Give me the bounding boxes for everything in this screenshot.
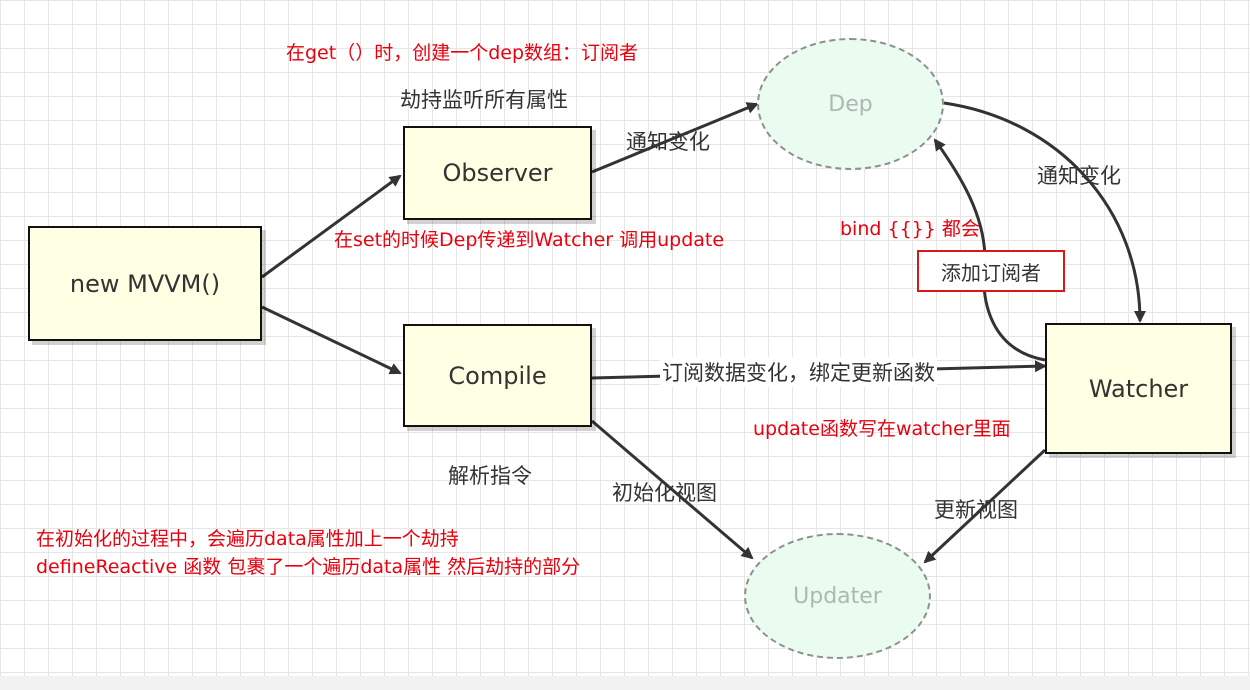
- annotation-get-dep: 在get（）时，创建一个dep数组：订阅者: [286, 42, 639, 64]
- annotation-init-line1: 在初始化的过程中，会遍历data属性加上一个劫持: [36, 528, 459, 550]
- label-add-subscriber: 添加订阅者: [917, 250, 1065, 292]
- node-watcher: Watcher: [1045, 323, 1232, 454]
- annotation-init-line2: defineReactive 函数 包裹了一个遍历data属性 然后劫持的部分: [36, 556, 581, 578]
- bottom-strip: [0, 676, 1250, 690]
- diagram-canvas: new MVVM() Observer Compile Watcher Dep …: [0, 0, 1250, 690]
- node-observer: Observer: [403, 126, 592, 220]
- label-update-view: 更新视图: [934, 498, 1018, 522]
- label-notify-change-dep-watcher: 通知变化: [1037, 164, 1121, 188]
- annotation-update-fn: update函数写在watcher里面: [753, 418, 1011, 440]
- node-mvvm: new MVVM(): [28, 226, 262, 341]
- label-hijack-all: 劫持监听所有属性: [400, 88, 568, 112]
- label-subscribe-bind: 订阅数据变化，绑定更新函数: [660, 357, 937, 387]
- node-dep: Dep: [757, 38, 944, 170]
- node-updater: Updater: [744, 533, 931, 659]
- annotation-bind-all: bind {{}} 都会: [840, 218, 980, 240]
- node-compile: Compile: [403, 324, 592, 427]
- label-parse-directive: 解析指令: [448, 464, 532, 488]
- label-notify-change-observer-dep: 通知变化: [626, 130, 710, 154]
- arrow-mvvm-compile: [261, 305, 402, 375]
- label-init-view: 初始化视图: [612, 481, 717, 505]
- annotation-set-dep: 在set的时候Dep传递到Watcher 调用update: [334, 229, 725, 251]
